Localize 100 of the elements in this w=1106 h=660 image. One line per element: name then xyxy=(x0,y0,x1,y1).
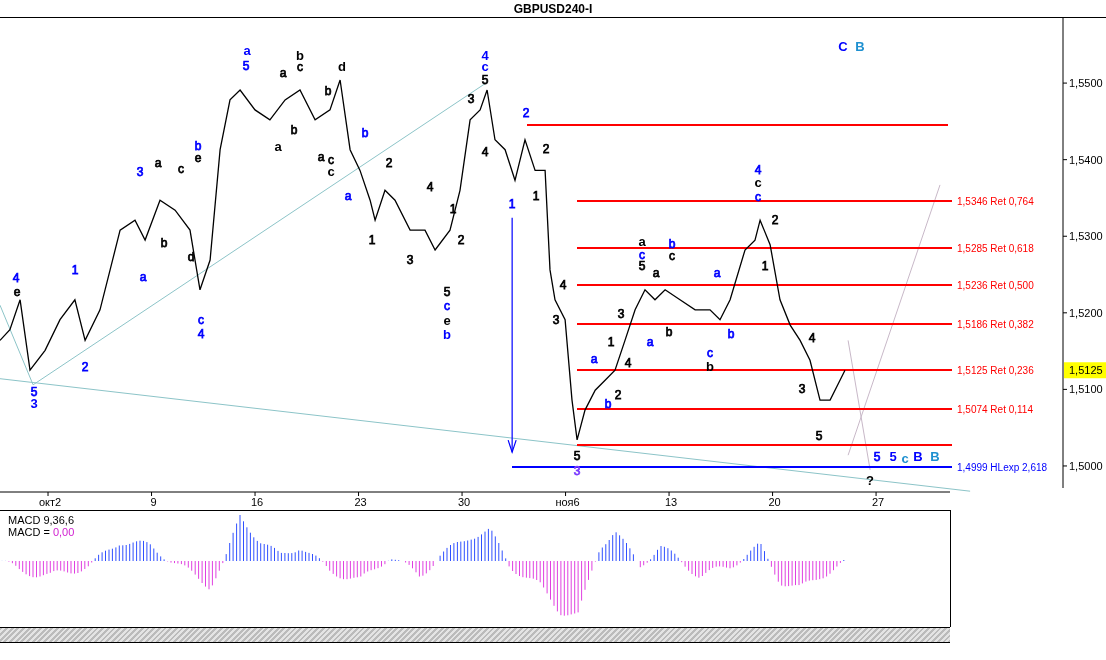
wave-label: a xyxy=(344,189,352,203)
wave-label: a xyxy=(139,270,147,284)
date-tick-label: 23 xyxy=(354,496,367,508)
wave-label: 5 xyxy=(889,449,897,464)
wave-label: 5 xyxy=(573,449,581,463)
wave-label: B xyxy=(855,39,865,54)
wave-label: b xyxy=(324,84,332,98)
wave-label: 3 xyxy=(467,92,475,106)
date-tick-label: ноя6 xyxy=(555,496,580,508)
wave-label: 5 xyxy=(638,259,646,273)
wave-label: 3 xyxy=(573,464,581,478)
wave-label: 2 xyxy=(81,360,89,374)
indicator-value-label: MACD = xyxy=(8,526,50,538)
wave-label: 5 xyxy=(242,59,250,73)
wave-label: a xyxy=(279,66,287,80)
wave-label: 3 xyxy=(406,253,414,267)
wave-label: b xyxy=(160,236,168,250)
date-tick-label: 13 xyxy=(664,496,678,508)
wave-label: a xyxy=(590,352,598,366)
level-label: 1,4999 HLexp 2,618 xyxy=(957,462,1048,473)
wave-label: a xyxy=(646,335,654,349)
price-tick-label: 1,5100 xyxy=(1069,383,1103,396)
wave-label: 4 xyxy=(559,278,567,292)
wave-label: c xyxy=(707,346,713,360)
wave-label: c xyxy=(198,313,204,327)
price-tick-label: 1,5000 xyxy=(1069,459,1103,472)
level-label: 1,5236 Ret 0,500 xyxy=(957,280,1034,291)
wave-label: b xyxy=(604,397,612,411)
indicator-title: MACD 9,36,6 xyxy=(8,514,75,526)
wave-label: c xyxy=(328,153,334,167)
indicator-value: 0,00 xyxy=(52,526,75,538)
wave-label: b xyxy=(361,126,369,140)
wave-label: B xyxy=(930,449,940,464)
price-tick-label: 1,5300 xyxy=(1069,230,1103,243)
wave-label: d xyxy=(187,250,195,264)
wave-label: 1 xyxy=(71,263,79,277)
price-tick-label: 1,5500 xyxy=(1069,77,1103,90)
wave-label: 4 xyxy=(808,331,816,345)
wave-label: c xyxy=(178,162,184,176)
date-tick-label: 20 xyxy=(768,496,781,508)
wave-label: e xyxy=(194,151,202,165)
wave-label: 2 xyxy=(385,156,393,170)
wave-label: e xyxy=(13,285,21,299)
wave-label: 4 xyxy=(754,163,762,177)
date-tick-label: 9 xyxy=(150,496,157,508)
wave-label: 3 xyxy=(552,313,560,327)
wave-label: 3 xyxy=(798,382,806,396)
wave-label: 3 xyxy=(617,307,625,321)
wave-label: a xyxy=(154,156,162,170)
wave-label: 5 xyxy=(30,385,38,399)
wave-label: 4 xyxy=(481,145,489,159)
date-tick-label: 30 xyxy=(457,496,471,508)
wave-label: 4 xyxy=(12,271,20,285)
level-label: 1,5125 Ret 0,236 xyxy=(957,365,1034,376)
date-tick-label: 16 xyxy=(250,496,264,508)
level-label: 1,5186 Ret 0,382 xyxy=(957,319,1034,330)
wave-label: b xyxy=(296,48,304,63)
wave-label: b xyxy=(443,327,451,342)
wave-label: 5 xyxy=(481,73,489,87)
wave-label: c xyxy=(901,451,909,466)
wave-label: 2 xyxy=(771,213,779,227)
wave-label: 3 xyxy=(30,396,38,411)
wave-label: c xyxy=(327,164,335,179)
wave-label: a xyxy=(317,150,325,164)
wave-label: a xyxy=(243,43,251,58)
wave-label: c xyxy=(297,60,303,74)
wave-label: 5 xyxy=(873,450,881,464)
wave-label: a xyxy=(638,234,646,249)
wave-label: 1 xyxy=(532,189,540,203)
wave-label: c xyxy=(754,175,762,190)
wave-label: 2 xyxy=(542,142,550,156)
wave-label: a xyxy=(713,266,721,280)
current-price-tag: 1,5125 xyxy=(1064,362,1106,379)
wave-label: B xyxy=(913,449,923,464)
wave-label: b xyxy=(665,325,673,339)
wave-label: c xyxy=(444,299,450,313)
wave-label: 3 xyxy=(136,165,144,179)
chart-title: GBPUSD240-I xyxy=(513,1,593,16)
level-label: 1,5285 Ret 0,618 xyxy=(957,243,1034,254)
date-tick-label: 27 xyxy=(871,496,885,508)
wave-label: 2 xyxy=(522,106,530,120)
wave-label: 4 xyxy=(197,327,205,341)
wave-label: 2 xyxy=(614,388,622,402)
wave-label: 2 xyxy=(457,233,465,247)
wave-label: 1 xyxy=(607,335,615,349)
wave-label: 5 xyxy=(815,429,823,443)
wave-label: 1 xyxy=(761,259,769,273)
wave-label: b xyxy=(194,139,202,153)
wave-label: b xyxy=(727,327,735,341)
date-tick-label: окт2 xyxy=(38,496,62,508)
wave-label: a xyxy=(274,139,282,154)
price-tick-label: 1,5200 xyxy=(1069,306,1103,319)
wave-label: 1 xyxy=(508,197,516,211)
wave-label: c xyxy=(639,248,645,262)
wave-label: 4 xyxy=(426,180,434,194)
price-tick-label: 1,5400 xyxy=(1069,153,1103,166)
wave-label: c xyxy=(669,249,675,263)
wave-label: e xyxy=(443,313,451,328)
wave-label: b xyxy=(290,123,298,137)
wave-label: 5 xyxy=(443,285,451,299)
